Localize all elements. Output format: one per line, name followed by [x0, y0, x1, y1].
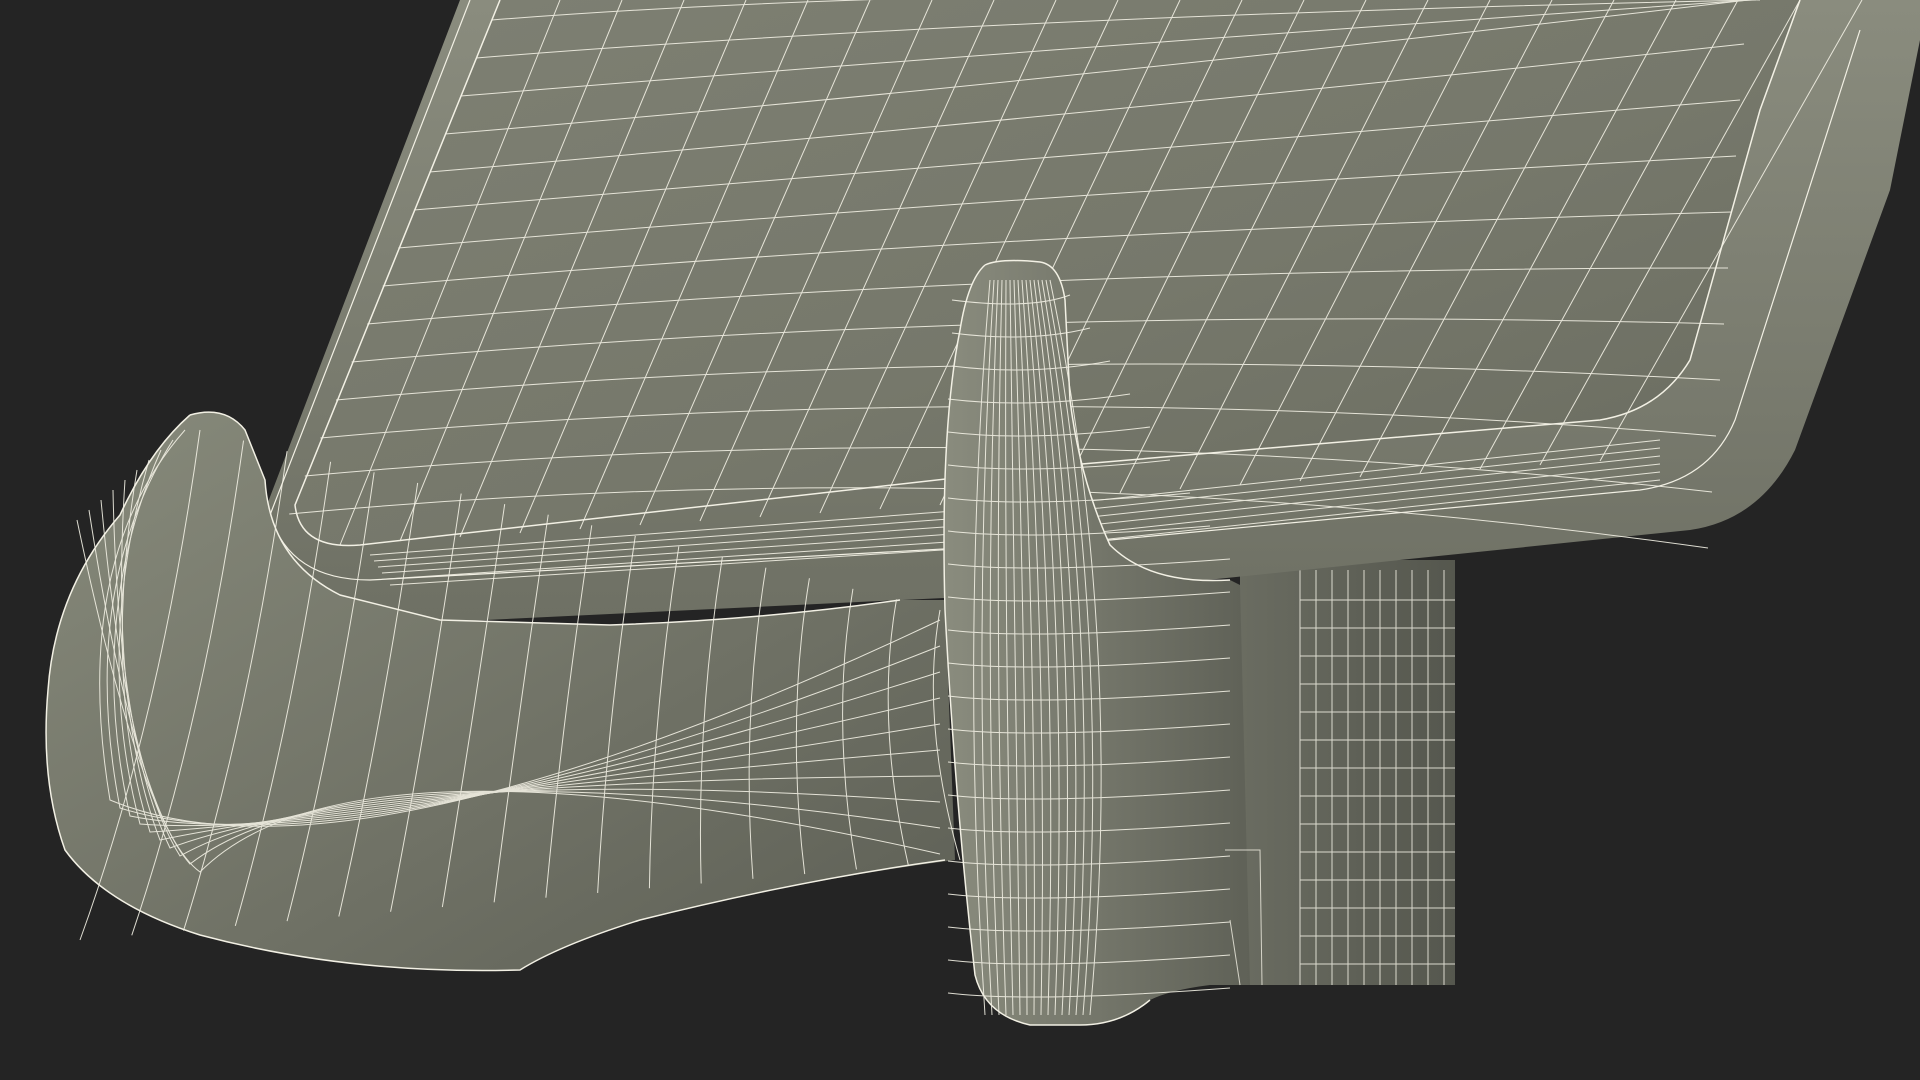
wireframe-render	[45, 0, 1920, 1026]
viewport	[0, 0, 1920, 1080]
rear-leg	[1240, 560, 1455, 985]
